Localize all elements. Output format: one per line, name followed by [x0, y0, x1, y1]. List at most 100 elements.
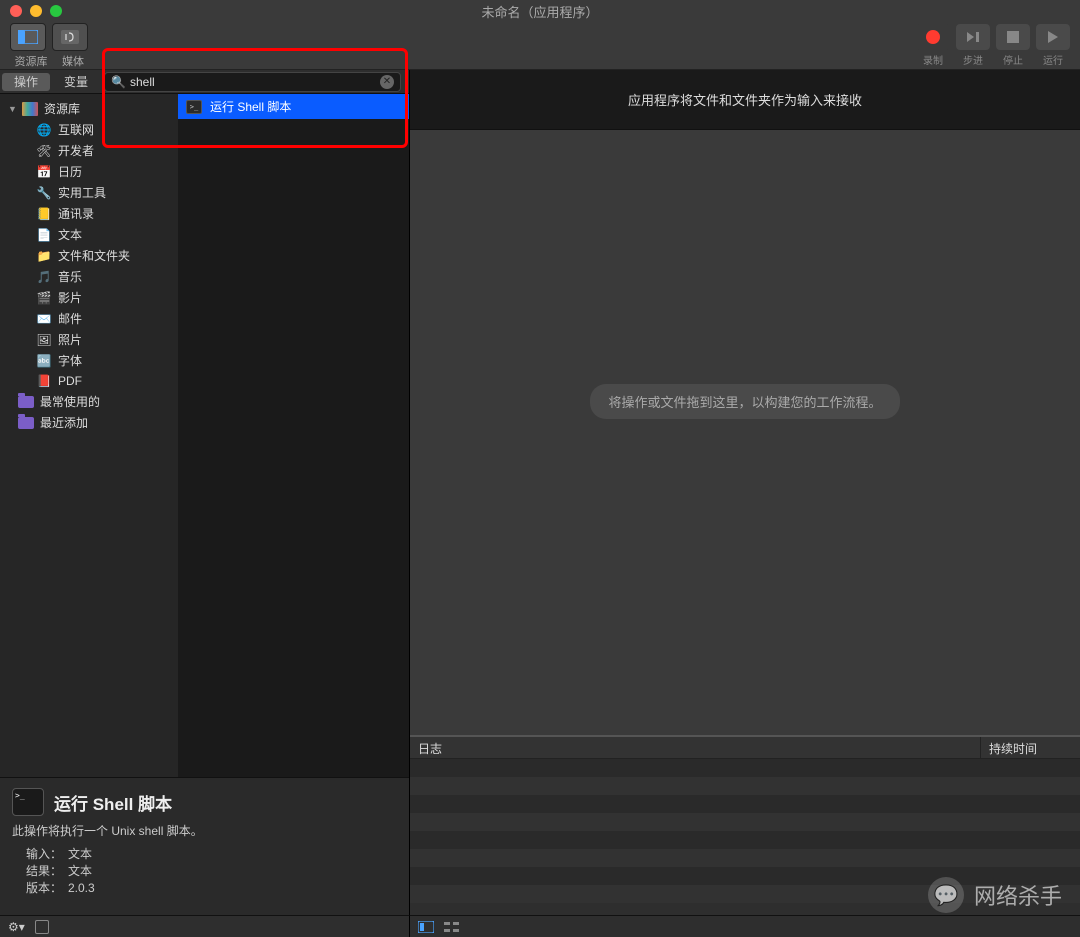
run-button[interactable] — [1036, 24, 1070, 50]
category-item[interactable]: 🎵 音乐 — [0, 266, 178, 287]
drop-hint: 将操作或文件拖到这里，以构建您的工作流程。 — [590, 384, 899, 419]
record-button[interactable] — [916, 24, 950, 50]
media-icon — [61, 30, 79, 44]
search-input[interactable] — [130, 75, 380, 89]
workflow-input-header: 应用程序将文件和文件夹作为输入来接收 — [410, 70, 1080, 130]
category-item[interactable]: 🔧 实用工具 — [0, 182, 178, 203]
category-item[interactable]: 📅 日历 — [0, 161, 178, 182]
clear-search-icon[interactable]: ✕ — [380, 75, 394, 89]
terminal-icon: >_ — [186, 100, 202, 114]
category-item[interactable]: ✉️ 邮件 — [0, 308, 178, 329]
flow-view-icon[interactable] — [418, 921, 434, 933]
section-item[interactable]: 最近添加 — [0, 412, 178, 433]
section-label: 最近添加 — [40, 414, 88, 431]
step-button[interactable] — [956, 24, 990, 50]
library-toggle[interactable] — [10, 23, 46, 51]
result-item[interactable]: >_ 运行 Shell 脚本 — [178, 94, 409, 119]
tab-actions[interactable]: 操作 — [2, 73, 50, 91]
terminal-icon: >_ — [12, 788, 44, 816]
category-label: 开发者 — [58, 142, 94, 159]
toggle-detail-icon[interactable] — [35, 920, 49, 934]
step-icon — [966, 31, 980, 43]
media-label: 媒体 — [62, 53, 84, 69]
files-icon: 📁 — [36, 248, 52, 264]
detail-version: 版本：2.0.3 — [12, 879, 397, 896]
category-label: 邮件 — [58, 310, 82, 327]
detail-description: 此操作将执行一个 Unix shell 脚本。 — [12, 822, 397, 839]
calendar-icon: 📅 — [36, 164, 52, 180]
library-tree[interactable]: ▼ 资源库 🌐 互联网 🛠 开发者 📅 日历 🔧 实用工具 📒 通讯录 📄 文本 📁 文件和文件夹 🎵 音乐 🎬… — [0, 94, 178, 777]
photos-icon: 🖼 — [36, 332, 52, 348]
pdf-icon: 📕 — [36, 373, 52, 389]
tools-icon: 🔧 — [36, 185, 52, 201]
category-label: 互联网 — [58, 121, 94, 138]
wechat-icon: 💬 — [928, 877, 964, 913]
library-root[interactable]: ▼ 资源库 — [0, 98, 178, 119]
list-view-icon[interactable] — [444, 921, 460, 933]
detail-title: 运行 Shell 脚本 — [54, 790, 172, 815]
watermark-text: 网络杀手 — [974, 879, 1062, 911]
category-label: 文本 — [58, 226, 82, 243]
folder-icon — [18, 396, 34, 408]
search-box[interactable]: 🔍 ✕ — [104, 72, 401, 92]
folder-icon — [18, 417, 34, 429]
library-root-label: 资源库 — [44, 100, 80, 117]
category-item[interactable]: 🔤 字体 — [0, 350, 178, 371]
library-icon — [22, 102, 38, 116]
category-item[interactable]: 🎬影片 — [0, 287, 178, 308]
font-icon: 🔤 — [36, 353, 52, 369]
detail-result: 结果：文本 — [12, 862, 397, 879]
action-detail: >_ 运行 Shell 脚本 此操作将执行一个 Unix shell 脚本。 输… — [0, 777, 409, 915]
watermark: 💬 网络杀手 — [928, 877, 1062, 913]
music-icon: 🎵 — [36, 269, 52, 285]
category-item[interactable]: 📒 通讯录 — [0, 203, 178, 224]
category-label: 实用工具 — [58, 184, 106, 201]
window-title: 未命名（应用程序） — [0, 2, 1080, 21]
category-label: 通讯录 — [58, 205, 94, 222]
detail-input: 输入：文本 — [12, 845, 397, 862]
log-column-log[interactable]: 日志 — [410, 737, 980, 758]
section-label: 最常使用的 — [40, 393, 100, 410]
media-toggle[interactable] — [52, 23, 88, 51]
record-label: 录制 — [923, 52, 943, 67]
stop-icon — [1007, 31, 1019, 43]
record-icon — [926, 30, 940, 44]
category-item[interactable]: 🛠 开发者 — [0, 140, 178, 161]
category-label: 日历 — [58, 163, 82, 180]
tab-variables[interactable]: 变量 — [52, 70, 100, 93]
category-label: 音乐 — [58, 268, 82, 285]
sidebar-icon — [18, 30, 38, 44]
category-label: 影片 — [58, 289, 82, 306]
hammer-icon: 🛠 — [36, 143, 52, 159]
stop-button[interactable] — [996, 24, 1030, 50]
category-item[interactable]: 📄 文本 — [0, 224, 178, 245]
category-label: 文件和文件夹 — [58, 247, 130, 264]
results-list[interactable]: >_ 运行 Shell 脚本 — [178, 94, 409, 777]
contacts-icon: 📒 — [36, 206, 52, 222]
play-icon — [1047, 31, 1059, 43]
run-label: 运行 — [1043, 52, 1063, 67]
workflow-canvas[interactable]: 将操作或文件拖到这里，以构建您的工作流程。 — [410, 130, 1080, 735]
step-label: 步进 — [963, 52, 983, 67]
category-item[interactable]: 🖼 照片 — [0, 329, 178, 350]
category-label: PDF — [58, 374, 82, 388]
log-column-duration[interactable]: 持续时间 — [980, 737, 1080, 758]
category-item[interactable]: 📁 文件和文件夹 — [0, 245, 178, 266]
text-icon: 📄 — [36, 227, 52, 243]
mail-icon: ✉️ — [36, 311, 52, 327]
category-label: 字体 — [58, 352, 82, 369]
category-item[interactable]: 📕 PDF — [0, 371, 178, 391]
library-label: 资源库 — [15, 53, 48, 69]
result-label: 运行 Shell 脚本 — [210, 98, 291, 115]
search-icon: 🔍 — [111, 75, 126, 89]
toolbar: 资源库 媒体 录制 步进 停止 运行 — [0, 22, 1080, 70]
section-item[interactable]: 最常使用的 — [0, 391, 178, 412]
gear-icon[interactable]: ⚙︎▾ — [8, 920, 25, 934]
titlebar: 未命名（应用程序） — [0, 0, 1080, 22]
disclosure-icon[interactable]: ▼ — [8, 104, 16, 114]
stop-label: 停止 — [1003, 52, 1023, 67]
globe-icon: 🌐 — [36, 122, 52, 138]
category-item[interactable]: 🌐 互联网 — [0, 119, 178, 140]
library-tabs: 操作 变量 🔍 ✕ — [0, 70, 409, 94]
category-label: 照片 — [58, 331, 82, 348]
